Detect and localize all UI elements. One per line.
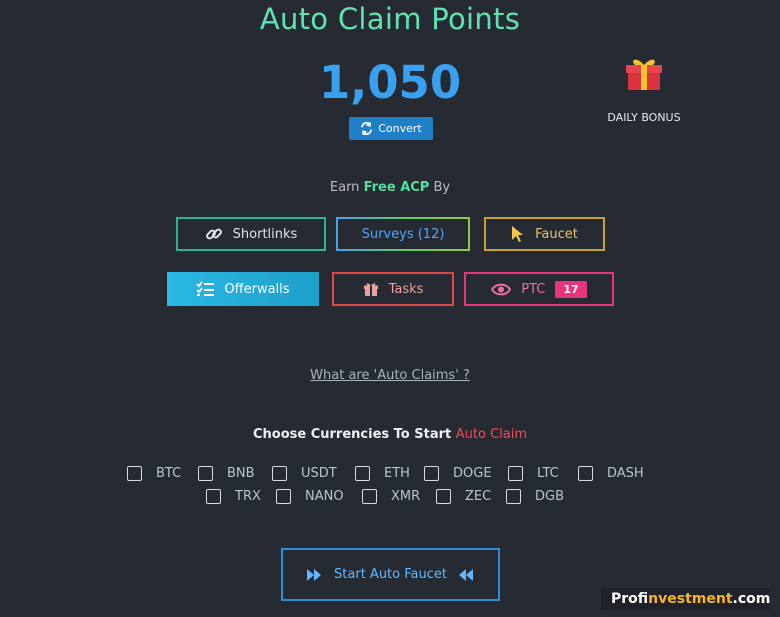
currency-option-xmr[interactable]: XMR: [362, 489, 420, 504]
currency-checkbox[interactable]: [206, 489, 221, 504]
currency-label: BTC: [156, 466, 182, 481]
currency-option-doge[interactable]: DOGE: [424, 466, 492, 481]
link-icon: [205, 228, 222, 240]
page-title: Auto Claim Points: [259, 2, 521, 36]
currency-checkbox[interactable]: [198, 466, 213, 481]
currency-option-eth[interactable]: ETH: [355, 466, 410, 481]
currency-checkbox[interactable]: [355, 466, 370, 481]
gift-icon: [363, 282, 378, 296]
currency-option-zec[interactable]: ZEC: [436, 489, 491, 504]
currency-option-ltc[interactable]: LTC: [508, 466, 559, 481]
currency-checkbox[interactable]: [424, 466, 439, 481]
refresh-icon: [361, 122, 373, 135]
ptc-label: PTC: [521, 281, 546, 297]
convert-label: Convert: [378, 122, 422, 135]
currency-option-nano[interactable]: NANO: [276, 489, 344, 504]
currency-label: TRX: [235, 489, 261, 504]
currency-label: DASH: [607, 466, 644, 481]
currency-label: LTC: [537, 466, 559, 481]
currency-label: USDT: [301, 466, 337, 481]
fast-forward-icon: [307, 568, 322, 581]
currency-checkbox[interactable]: [436, 489, 451, 504]
cursor-icon: [512, 226, 524, 242]
currencies-heading: Choose Currencies To Start Auto Claim: [252, 427, 528, 442]
earn-heading: Earn Free ACP By: [329, 180, 451, 195]
currency-checkbox[interactable]: [508, 466, 523, 481]
currency-label: ETH: [384, 466, 410, 481]
offerwalls-label: Offerwalls: [224, 281, 290, 297]
watermark: Profinvestment.com: [601, 588, 770, 610]
rewind-icon: [458, 568, 473, 581]
currency-label: NANO: [305, 489, 344, 504]
start-auto-faucet-label: Start Auto Faucet: [334, 567, 447, 582]
daily-bonus-gift[interactable]: [624, 56, 664, 92]
surveys-label: Surveys (12): [361, 226, 445, 242]
auto-claims-help-link[interactable]: What are 'Auto Claims' ?: [310, 368, 470, 383]
shortlinks-label: Shortlinks: [232, 226, 298, 242]
tasks-label: Tasks: [388, 281, 424, 297]
offerwalls-button[interactable]: Offerwalls: [167, 272, 319, 306]
convert-button[interactable]: Convert: [349, 117, 433, 140]
ptc-count-badge: 17: [555, 280, 587, 298]
checklist-icon: [196, 281, 215, 296]
faucet-label: Faucet: [535, 226, 578, 242]
currency-checkbox[interactable]: [272, 466, 287, 481]
currency-label: DGB: [535, 489, 565, 504]
tasks-button[interactable]: Tasks: [332, 272, 454, 306]
eye-icon: [491, 283, 512, 295]
currency-checkbox[interactable]: [506, 489, 521, 504]
currency-option-usdt[interactable]: USDT: [272, 466, 337, 481]
currency-checkbox[interactable]: [362, 489, 377, 504]
gift-icon: [626, 59, 662, 90]
currency-label: DOGE: [453, 466, 492, 481]
ptc-button[interactable]: PTC 17: [464, 272, 614, 306]
faucet-button[interactable]: Faucet: [484, 217, 605, 251]
currency-option-dash[interactable]: DASH: [578, 466, 644, 481]
currency-label: XMR: [391, 489, 421, 504]
points-balance: 1,050: [318, 56, 462, 109]
currency-option-dgb[interactable]: DGB: [506, 489, 564, 504]
currency-label: BNB: [227, 466, 255, 481]
currency-option-trx[interactable]: TRX: [206, 489, 261, 504]
currency-label: ZEC: [465, 489, 492, 504]
currency-checkbox[interactable]: [276, 489, 291, 504]
currency-option-bnb[interactable]: BNB: [198, 466, 255, 481]
currency-checkbox[interactable]: [578, 466, 593, 481]
daily-bonus-label: DAILY BONUS: [607, 111, 681, 124]
surveys-button[interactable]: Surveys (12): [336, 217, 470, 251]
currency-option-btc[interactable]: BTC: [127, 466, 181, 481]
start-auto-faucet-button[interactable]: Start Auto Faucet: [281, 548, 500, 601]
shortlinks-button[interactable]: Shortlinks: [176, 217, 326, 251]
currency-checkbox[interactable]: [127, 466, 142, 481]
